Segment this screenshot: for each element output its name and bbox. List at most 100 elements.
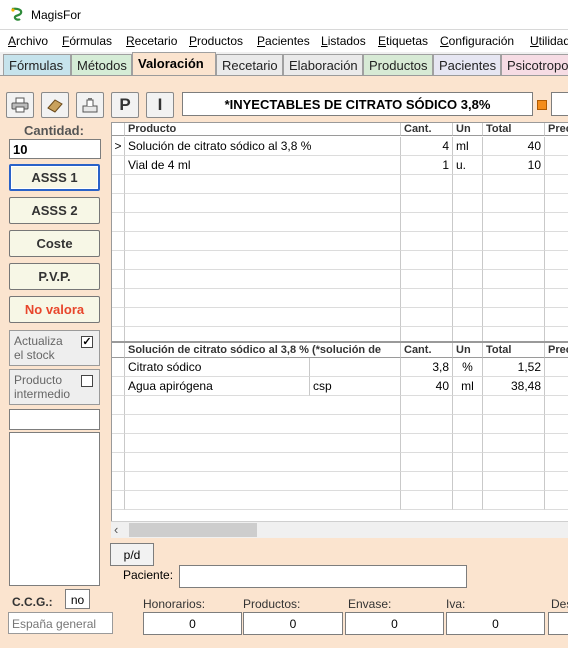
cantidad-input[interactable]: 10 <box>9 139 101 159</box>
flask-button[interactable] <box>76 92 104 118</box>
empty-row[interactable] <box>112 327 568 341</box>
cell-un[interactable]: ml <box>453 377 483 396</box>
menu-item-6[interactable]: Etiquetas <box>378 34 428 48</box>
cell-extra[interactable] <box>310 358 401 377</box>
cell-producto[interactable]: Solución de citrato sódico al 3,8 % <box>125 137 401 156</box>
no-valora-button[interactable]: No valora <box>9 296 100 323</box>
cell-componente[interactable]: Agua apirógena <box>125 377 310 396</box>
eraser-button[interactable] <box>41 92 69 118</box>
col-total[interactable]: Total <box>483 123 545 136</box>
cell-cant[interactable]: 40 <box>401 377 453 396</box>
tab-valoracion[interactable]: Valoración <box>132 52 216 75</box>
menu-item-4[interactable]: Pacientes <box>257 34 310 48</box>
cell-un[interactable]: ml <box>453 137 483 156</box>
cell-prec[interactable] <box>545 156 568 175</box>
scrollbar-thumb[interactable] <box>129 523 257 537</box>
coste-button[interactable]: Coste <box>9 230 100 257</box>
menu-item-0[interactable]: Archivo <box>8 34 48 48</box>
products-table[interactable]: Producto Cant. Un Total Prec > Solución … <box>111 122 568 342</box>
menu-item-2[interactable]: Recetario <box>126 34 177 48</box>
col-prec[interactable]: Prec <box>545 123 568 136</box>
tab-productos[interactable]: Productos <box>363 54 433 75</box>
printer-icon <box>11 97 29 113</box>
col-producto[interactable]: Producto <box>125 123 401 136</box>
scroll-left-icon[interactable]: ‹ <box>114 522 118 537</box>
extra-field[interactable] <box>551 92 568 116</box>
pvp-button[interactable]: P.V.P. <box>9 263 100 290</box>
cell-cant[interactable]: 4 <box>401 137 453 156</box>
tab-psicotropos[interactable]: Psicotropos <box>501 54 568 75</box>
table-row[interactable]: Citrato sódico 3,8 % 1,52 <box>112 358 568 377</box>
cell-extra[interactable]: csp <box>310 377 401 396</box>
col-un[interactable]: Un <box>453 123 483 136</box>
empty-row[interactable] <box>112 434 568 453</box>
empty-row[interactable] <box>112 175 568 194</box>
checkmark-icon[interactable]: ✓ <box>81 336 93 348</box>
empty-row[interactable] <box>112 415 568 434</box>
checkbox-box[interactable] <box>81 375 93 387</box>
menu-item-3[interactable]: Productos <box>189 34 243 48</box>
col-un[interactable]: Un <box>453 343 483 358</box>
empty-row[interactable] <box>112 213 568 232</box>
cell-total[interactable]: 10 <box>483 156 545 175</box>
cell-un[interactable]: % <box>453 358 483 377</box>
col-componente[interactable]: Solución de citrato sódico al 3,8 % (*so… <box>125 343 401 358</box>
cell-producto[interactable]: Vial de 4 ml <box>125 156 401 175</box>
row-marker-header <box>112 123 125 136</box>
empty-row[interactable] <box>112 232 568 251</box>
empty-row[interactable] <box>112 308 568 327</box>
cell-total[interactable]: 38,48 <box>483 377 545 396</box>
tab-pacientes[interactable]: Pacientes <box>433 54 501 75</box>
sidebar-notes-area[interactable] <box>9 432 100 586</box>
col-prec[interactable]: Prec <box>545 343 568 358</box>
cell-cant[interactable]: 3,8 <box>401 358 453 377</box>
cell-total[interactable]: 40 <box>483 137 545 156</box>
cell-prec[interactable] <box>545 358 568 377</box>
actualiza-stock-checkbox[interactable]: Actualiza el stock ✓ <box>9 330 100 366</box>
menu-item-7[interactable]: Configuración <box>440 34 514 48</box>
empty-row[interactable] <box>112 289 568 308</box>
actualiza-label-2: el stock <box>14 348 55 362</box>
table-row[interactable]: Agua apirógena csp 40 ml 38,48 <box>112 377 568 396</box>
cell-un[interactable]: u. <box>453 156 483 175</box>
empty-row[interactable] <box>112 396 568 415</box>
tab-formulas[interactable]: Fórmulas <box>3 54 71 75</box>
cell-componente[interactable]: Citrato sódico <box>125 358 310 377</box>
col-cant[interactable]: Cant. <box>401 343 453 358</box>
table-row[interactable]: Vial de 4 ml 1 u. 10 <box>112 156 568 175</box>
sidebar-text-field[interactable] <box>9 409 100 430</box>
region-field[interactable]: España general <box>8 612 113 634</box>
cell-prec[interactable] <box>545 377 568 396</box>
cell-cant[interactable]: 1 <box>401 156 453 175</box>
empty-row[interactable] <box>112 491 568 510</box>
cell-total[interactable]: 1,52 <box>483 358 545 377</box>
asss2-button[interactable]: ASSS 2 <box>9 197 100 224</box>
empty-row[interactable] <box>112 270 568 289</box>
col-total[interactable]: Total <box>483 343 545 358</box>
asss1-button[interactable]: ASSS 1 <box>9 164 100 191</box>
paciente-input[interactable] <box>179 565 467 588</box>
menu-item-1[interactable]: Fórmulas <box>62 34 112 48</box>
table-row[interactable]: > Solución de citrato sódico al 3,8 % 4 … <box>112 137 568 156</box>
ccg-value[interactable]: no <box>65 589 90 609</box>
empty-row[interactable] <box>112 472 568 491</box>
tab-metodos[interactable]: Métodos <box>71 54 132 75</box>
components-table[interactable]: Solución de citrato sódico al 3,8 % (*so… <box>111 342 568 522</box>
col-cant[interactable]: Cant. <box>401 123 453 136</box>
menu-item-5[interactable]: Listados <box>321 34 366 48</box>
horizontal-scrollbar[interactable]: ‹ <box>111 521 568 538</box>
tab-recetario[interactable]: Recetario <box>216 54 283 75</box>
cell-prec[interactable] <box>545 137 568 156</box>
menu-item-8[interactable]: Utilidad <box>530 34 568 48</box>
tab-elaboracion[interactable]: Elaboración <box>283 54 363 75</box>
print-button[interactable] <box>6 92 34 118</box>
pd-button[interactable]: p/d <box>110 543 154 566</box>
empty-row[interactable] <box>112 453 568 472</box>
producto-intermedio-checkbox[interactable]: Producto intermedio <box>9 369 100 405</box>
empty-row[interactable] <box>112 194 568 213</box>
i-button[interactable]: I <box>146 92 174 118</box>
empty-row[interactable] <box>112 251 568 270</box>
row-pointer <box>112 358 125 377</box>
honorarios-label: Honorarios: <box>143 597 206 611</box>
p-button[interactable]: P <box>111 92 139 118</box>
